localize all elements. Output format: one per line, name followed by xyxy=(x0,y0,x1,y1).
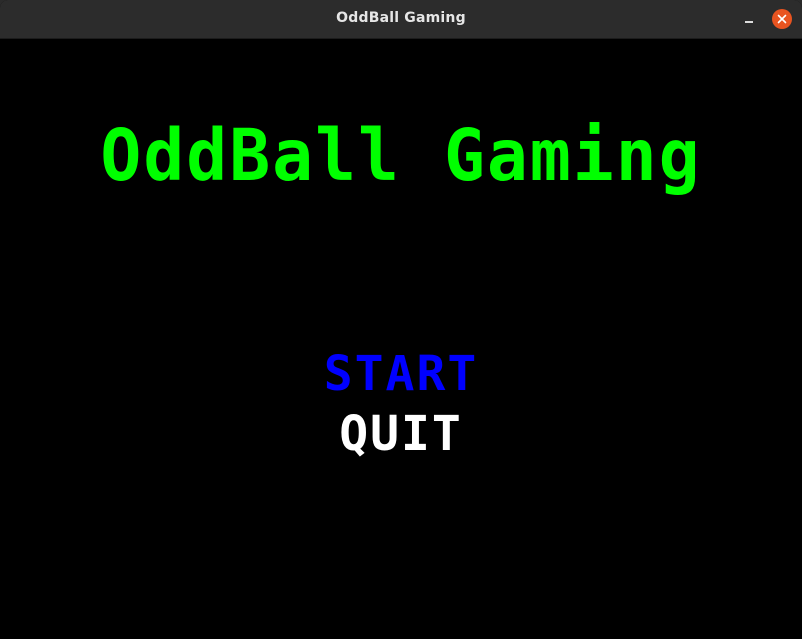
minimize-button[interactable] xyxy=(740,10,758,28)
game-title: OddBall Gaming xyxy=(100,115,702,198)
close-icon xyxy=(777,14,787,24)
game-canvas[interactable]: OddBall Gaming START QUIT xyxy=(0,39,802,639)
title-bar[interactable]: OddBall Gaming xyxy=(0,0,802,39)
close-button[interactable] xyxy=(772,9,792,29)
minimize-icon xyxy=(745,21,753,23)
window-title: OddBall Gaming xyxy=(336,10,466,26)
quit-menu-item[interactable]: QUIT xyxy=(0,406,802,462)
app-window: OddBall Gaming OddBall Gaming START QUIT xyxy=(0,0,802,639)
start-menu-item[interactable]: START xyxy=(0,346,802,402)
